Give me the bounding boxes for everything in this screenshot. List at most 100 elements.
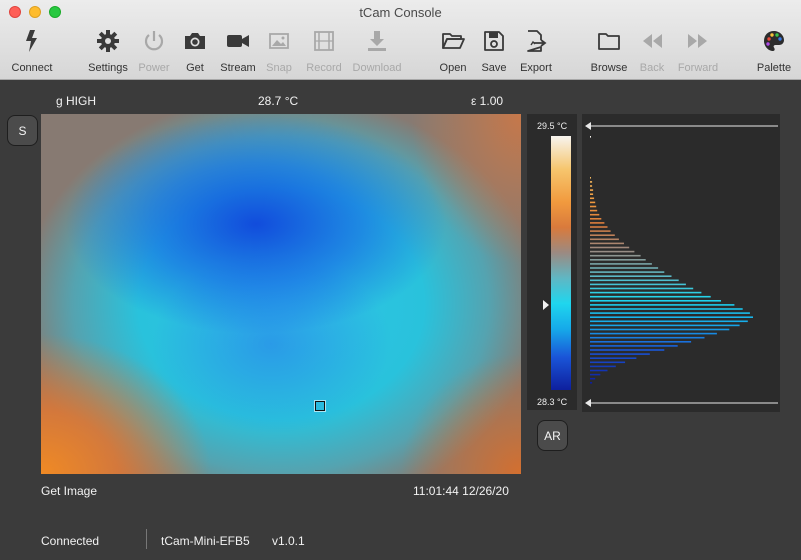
forward-button[interactable]: Forward: [675, 26, 721, 76]
histogram-bar: [590, 254, 641, 257]
last-action-label: Get Image: [41, 484, 98, 498]
auto-range-button[interactable]: AR: [537, 420, 568, 451]
histogram-bar: [590, 201, 596, 204]
settings-button[interactable]: Settings: [85, 26, 131, 76]
power-icon: [141, 28, 167, 54]
histogram-bar: [590, 316, 753, 318]
folder-icon: [596, 28, 622, 54]
histogram: [582, 114, 780, 412]
palette-min-label: 28.3 °C: [537, 397, 568, 407]
stream-button[interactable]: Stream: [216, 26, 260, 76]
histogram-bar: [590, 287, 694, 290]
histogram-bar: [590, 312, 750, 314]
histogram-bar: [590, 382, 593, 384]
window-title: tCam Console: [359, 5, 442, 20]
histogram-bar: [590, 209, 598, 212]
histogram-bar: [590, 328, 730, 331]
histogram-bar: [590, 332, 717, 335]
spot-meter-button[interactable]: S: [7, 115, 38, 146]
histogram-bar: [590, 218, 602, 220]
palette-gradient: [551, 136, 571, 390]
fast-forward-icon: [685, 28, 711, 54]
emissivity-label: ε 1.00: [471, 94, 504, 108]
get-label: Get: [186, 62, 204, 74]
histogram-bar: [590, 341, 692, 343]
histogram-bar: [590, 230, 611, 232]
connect-button[interactable]: Connect: [9, 26, 55, 76]
histogram-bar: [590, 349, 665, 351]
histogram-bar: [590, 357, 637, 359]
palette-label: Palette: [756, 62, 792, 74]
histogram-bar: [590, 185, 593, 187]
histogram-bar: [590, 369, 608, 372]
palette-marker-icon: [543, 300, 549, 310]
open-label: Open: [439, 62, 467, 74]
palette-button[interactable]: Palette: [753, 26, 795, 76]
thermal-image[interactable]: [41, 114, 521, 474]
power-button[interactable]: Power: [133, 26, 175, 76]
download-label: Download: [352, 62, 402, 74]
histogram-bar: [590, 246, 630, 249]
histogram-bar: [590, 234, 615, 236]
export-button[interactable]: Export: [516, 26, 556, 76]
histogram-bar: [590, 271, 665, 273]
export-label: Export: [520, 62, 552, 74]
histogram-bar: [590, 222, 605, 224]
download-button[interactable]: Download: [349, 26, 405, 76]
snap-button[interactable]: Snap: [263, 26, 295, 76]
histogram-max-marker-icon[interactable]: [585, 122, 591, 130]
browse-label: Browse: [590, 62, 628, 74]
back-label: Back: [639, 62, 665, 74]
histogram-bar: [590, 308, 743, 310]
save-button[interactable]: Save: [478, 26, 510, 76]
histogram-bar: [590, 361, 626, 364]
histogram-chart: [585, 122, 778, 407]
spot-marker: [314, 400, 326, 412]
record-button[interactable]: Record: [302, 26, 346, 76]
connect-icon: [19, 28, 45, 54]
histogram-bar: [590, 259, 646, 261]
histogram-bar: [590, 291, 702, 294]
get-button[interactable]: Get: [178, 26, 212, 76]
histogram-bar: [590, 197, 595, 200]
snap-label: Snap: [266, 62, 292, 74]
histogram-bar: [590, 295, 711, 298]
back-button[interactable]: Back: [636, 26, 668, 76]
forward-label: Forward: [677, 62, 719, 74]
histogram-bar: [590, 353, 650, 355]
histogram-bar: [590, 226, 608, 228]
video-icon: [225, 28, 251, 54]
record-label: Record: [306, 62, 342, 74]
histogram-bar: [590, 279, 679, 282]
histogram-min-marker-icon[interactable]: [585, 399, 591, 407]
window-toolbar: tCam Console Connect Settings Power Get …: [0, 0, 801, 80]
rewind-icon: [639, 28, 665, 54]
histogram-bar: [590, 177, 591, 179]
device-name: tCam-Mini-EFB5: [161, 534, 250, 548]
histogram-bar: [590, 267, 659, 269]
palette-icon: [761, 28, 787, 54]
histogram-bar: [590, 300, 721, 302]
histogram-bar: [590, 283, 686, 286]
folder-open-icon: [440, 28, 466, 54]
histogram-bar: [590, 263, 652, 265]
settings-label: Settings: [88, 62, 128, 74]
save-label: Save: [481, 62, 507, 74]
firmware-version: v1.0.1: [272, 534, 305, 548]
floppy-icon: [481, 28, 507, 54]
open-button[interactable]: Open: [436, 26, 470, 76]
histogram-bar: [590, 377, 596, 380]
histogram-bar: [590, 193, 594, 195]
histogram-bar: [590, 189, 594, 191]
browse-button[interactable]: Browse: [588, 26, 630, 76]
download-icon: [364, 28, 390, 54]
palette-bar: 29.5 °C 28.3 °C: [527, 114, 577, 410]
histogram-bar: [590, 181, 593, 183]
histogram-bar: [590, 275, 672, 277]
histogram-bar: [590, 205, 597, 208]
spot-temperature: 28.7 °C: [258, 94, 299, 108]
histogram-bar: [590, 336, 705, 339]
connect-label: Connect: [11, 62, 53, 74]
histogram-bar: [590, 136, 591, 138]
histogram-bar: [590, 250, 635, 253]
